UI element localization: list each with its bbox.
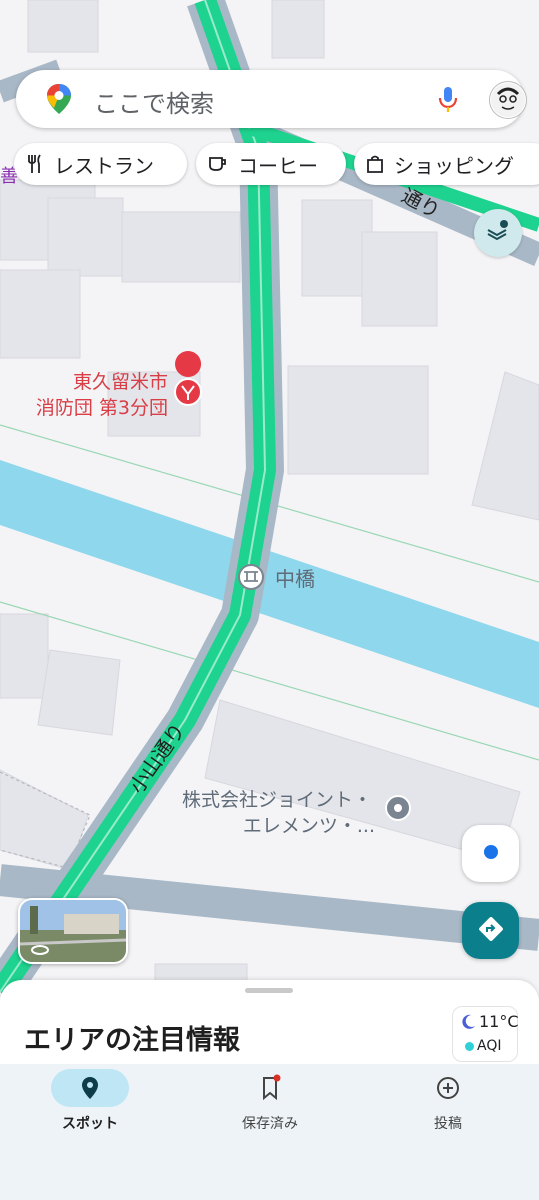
my-location-icon — [481, 842, 501, 866]
layers-icon — [485, 218, 511, 248]
directions-button[interactable] — [462, 902, 519, 959]
chip-restaurant-label: レストラン — [54, 153, 154, 178]
avatar[interactable] — [489, 81, 527, 119]
nav-post[interactable]: 投稿 — [358, 1064, 538, 1144]
nav-post-label: 投稿 — [434, 1116, 462, 1132]
nav-spot[interactable]: スポット — [0, 1064, 180, 1144]
chip-coffee-label: コーヒー — [238, 153, 318, 178]
layers-button[interactable] — [474, 209, 522, 257]
bridge-icon[interactable] — [238, 564, 264, 590]
moon-icon — [459, 1013, 477, 1035]
shopping-bag-icon — [366, 154, 384, 174]
street-view-thumbnail[interactable] — [18, 898, 128, 964]
aqi-label: AQI — [477, 1038, 502, 1054]
location-pin-icon — [76, 1074, 104, 1106]
search-bar[interactable]: ここで検索 — [16, 70, 527, 128]
chip-shopping[interactable]: ショッピング — [354, 143, 539, 185]
company-pin-icon[interactable] — [385, 795, 411, 821]
chip-coffee[interactable]: コーヒー — [196, 143, 346, 185]
company-label-line2: エレメンツ・... — [243, 815, 375, 837]
weather-temperature: 11°C — [479, 1012, 519, 1031]
nav-spot-label: スポット — [62, 1116, 118, 1132]
nav-saved-label: 保存済み — [242, 1116, 298, 1132]
maps-logo-icon — [46, 83, 72, 119]
bottom-nav: スポット 保存済み 投稿 — [0, 1064, 539, 1200]
bookmark-icon — [256, 1074, 284, 1106]
fire-station-label-line2: 消防団 第3分団 — [36, 397, 168, 419]
company-label-line1: 株式会社ジョイント・ — [182, 789, 372, 811]
chip-restaurant[interactable]: レストラン — [14, 143, 187, 185]
aqi-dot-icon — [465, 1042, 474, 1051]
coffee-cup-icon — [208, 155, 228, 173]
my-location-button[interactable] — [462, 825, 519, 882]
add-circle-icon — [434, 1074, 462, 1106]
microphone-icon[interactable] — [438, 86, 458, 118]
sheet-title: エリアの注目情報 — [24, 1025, 240, 1056]
weather-widget[interactable]: 11°C AQI — [452, 1006, 519, 1062]
bridge-label: 中橋 — [275, 567, 315, 591]
directions-icon — [478, 916, 504, 946]
chip-shopping-label: ショッピング — [394, 153, 514, 178]
nav-saved[interactable]: 保存済み — [180, 1064, 360, 1144]
fork-knife-icon — [26, 154, 44, 174]
search-input[interactable]: ここで検索 — [94, 84, 214, 119]
sheet-drag-handle[interactable] — [245, 988, 293, 993]
fire-station-label-line1: 東久留米市 — [73, 371, 168, 393]
